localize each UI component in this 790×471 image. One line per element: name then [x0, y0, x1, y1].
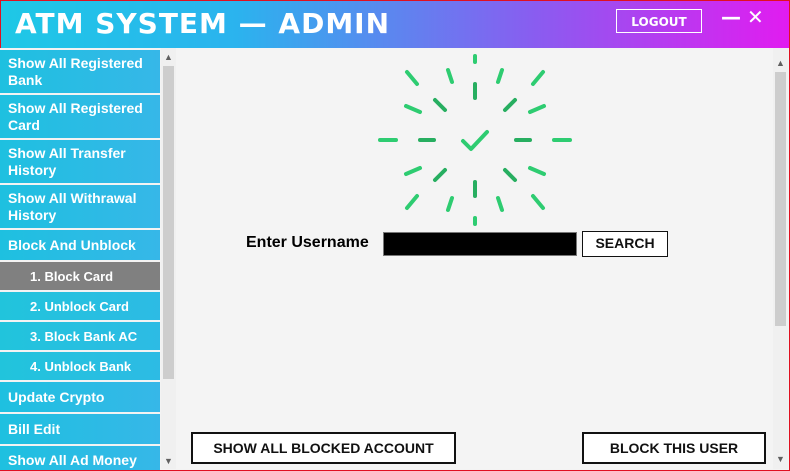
sidebar-item-label: Update Crypto: [8, 388, 105, 405]
sidebar-menu: Show All Registered Bank Show All Regist…: [0, 48, 160, 470]
sidebar-item-label: 3. Block Bank AC: [30, 328, 138, 344]
logout-button[interactable]: LOGOUT: [616, 9, 702, 33]
sidebar-item-block-card[interactable]: 1. Block Card: [0, 262, 160, 290]
sidebar-item-label: Bill Edit: [8, 420, 61, 437]
main-scrollbar-thumb[interactable]: [775, 72, 786, 326]
sidebar-item-unblock-card[interactable]: 2. Unblock Card: [0, 292, 160, 320]
sidebar-item-label: Block And Unblock: [8, 236, 136, 253]
sidebar-item-unblock-bank[interactable]: 4. Unblock Bank: [0, 352, 160, 380]
sidebar-item-label: 1. Block Card: [30, 268, 114, 284]
sidebar-item-label: Show All Transfer History: [8, 144, 126, 178]
loading-check-icon: [378, 54, 572, 226]
chevron-up-icon[interactable]: ▲: [776, 58, 785, 68]
chevron-down-icon[interactable]: ▼: [164, 456, 173, 466]
show-blocked-accounts-button[interactable]: SHOW ALL BLOCKED ACCOUNT: [191, 432, 456, 464]
sidebar-item-registered-bank[interactable]: Show All Registered Bank: [0, 50, 160, 93]
minimize-icon[interactable]: —: [721, 6, 741, 28]
title-bar: ATM SYSTEM — ADMIN LOGOUT — ✕: [1, 1, 789, 48]
username-input[interactable]: [383, 232, 577, 256]
sidebar-item-label: 2. Unblock Card: [30, 298, 129, 314]
search-button[interactable]: SEARCH: [582, 231, 668, 257]
chevron-down-icon[interactable]: ▼: [776, 454, 785, 464]
sidebar-item-block-unblock[interactable]: Block And Unblock: [0, 230, 160, 260]
window-title: ATM SYSTEM — ADMIN: [15, 7, 391, 40]
sidebar-item-label: Show All Withrawal History: [8, 189, 137, 223]
close-icon[interactable]: ✕: [747, 6, 764, 28]
sidebar-item-label: Show All Registered Card: [8, 99, 143, 133]
sidebar-item-block-bank-ac[interactable]: 3. Block Bank AC: [0, 322, 160, 350]
username-label: Enter Username: [246, 234, 369, 251]
sidebar-item-withdrawal-history[interactable]: Show All Withrawal History: [0, 185, 160, 228]
sidebar-item-bill-edit[interactable]: Bill Edit: [0, 414, 160, 444]
sidebar-item-label: 4. Unblock Bank: [30, 358, 132, 374]
block-user-button[interactable]: BLOCK THIS USER: [582, 432, 766, 464]
sidebar-item-label: Show All Ad Money: [8, 451, 137, 468]
sidebar-item-update-crypto[interactable]: Update Crypto: [0, 382, 160, 412]
sidebar-item-registered-card[interactable]: Show All Registered Card: [0, 95, 160, 138]
sidebar-item-label: Show All Registered Bank: [8, 54, 143, 88]
sidebar-scrollbar-thumb[interactable]: [163, 66, 174, 379]
sidebar-item-transfer-history[interactable]: Show All Transfer History: [0, 140, 160, 183]
sidebar-item-ad-money[interactable]: Show All Ad Money: [0, 446, 160, 470]
chevron-up-icon[interactable]: ▲: [164, 52, 173, 62]
